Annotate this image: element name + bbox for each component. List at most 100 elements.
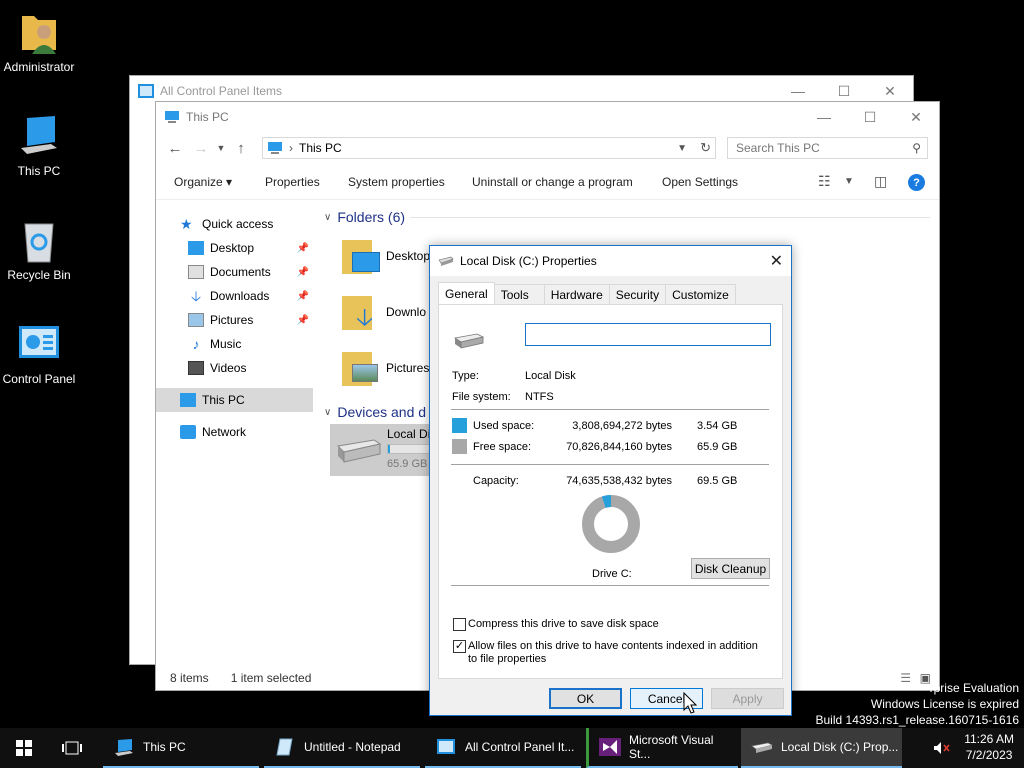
forward-arrow-icon[interactable]: → [188,140,214,157]
help-icon[interactable]: ? [908,174,925,191]
address-bar: ← → ▼ ↑ › This PC ▼ ↻ Search This PC ⚲ [156,132,939,164]
pictures-folder-icon [340,348,380,388]
mouse-cursor-icon [683,692,697,714]
nav-network[interactable]: Network [156,420,313,444]
taskbar-item-control-panel[interactable]: All Control Panel It... [425,728,581,768]
nav-desktop[interactable]: Desktop 📌 [156,236,313,260]
index-checkbox[interactable]: ✓ [453,640,466,653]
desktop-icon-administrator[interactable]: Administrator [0,10,78,74]
drive-name-input[interactable] [525,323,771,346]
nav-music[interactable]: ♪ Music [156,332,313,356]
address-dropdown-icon[interactable]: ▼ [677,143,687,154]
taskbar-item-notepad[interactable]: Untitled - Notepad [264,728,420,768]
folder-desktop[interactable]: Desktop [340,236,430,276]
divider [451,409,769,410]
navigation-pane: ★ Quick access Desktop 📌 Documents 📌 🡣 D… [156,212,313,444]
search-input[interactable]: Search This PC ⚲ [727,137,928,159]
computer-icon [115,739,133,756]
volume-tray-icon[interactable] [930,728,954,768]
free-space-swatch [452,439,467,454]
recent-locations-chevron-icon[interactable]: ▼ [214,143,228,153]
nav-this-pc[interactable]: This PC [156,388,313,412]
tab-general[interactable]: General [438,282,495,304]
properties-titlebar[interactable]: Local Disk (C:) Properties ✕ [430,246,791,276]
video-icon [188,361,204,375]
taskbar-item-disk-properties[interactable]: Local Disk (C:) Prop... [741,728,902,768]
notepad-icon [276,738,293,756]
refresh-icon[interactable]: ↻ [700,140,711,156]
close-button[interactable]: ✕ [770,251,783,271]
properties-command[interactable]: Properties [265,175,320,189]
properties-dialog[interactable]: Local Disk (C:) Properties ✕ General Too… [429,245,792,716]
folder-downloads[interactable]: 🡣 Downlo [340,292,426,332]
change-view-icon[interactable]: ☷ [818,173,831,190]
ok-button[interactable]: OK [549,688,622,709]
tab-strip: General Tools Hardware Security Customiz… [438,282,736,304]
compress-label[interactable]: Compress this drive to save disk space [468,618,659,631]
folders-group-header[interactable]: ∨ Folders (6) [324,209,405,225]
pin-icon: 📌 [296,290,309,302]
pictures-folder-icon [188,313,204,327]
organize-menu[interactable]: Organize ▾ [174,175,232,189]
this-pc-small-icon [268,142,282,154]
folder-pictures[interactable]: Pictures [340,348,429,388]
free-space-ring [582,495,640,553]
desktop-icon-this-pc[interactable]: This PC [0,114,78,178]
index-label[interactable]: Allow files on this drive to have conten… [468,640,768,666]
nav-pictures[interactable]: Pictures 📌 [156,308,313,332]
maximize-button[interactable]: ☐ [847,102,893,132]
selection-count: 1 item selected [230,671,312,685]
hard-drive-icon [336,439,382,463]
tab-customize[interactable]: Customize [665,284,736,304]
apply-button[interactable]: Apply [711,688,784,709]
system-properties-command[interactable]: System properties [348,175,445,189]
minimize-button[interactable]: — [801,102,847,132]
taskbar-item-this-pc[interactable]: This PC [103,728,259,768]
hard-drive-icon [438,256,454,266]
back-arrow-icon[interactable]: ← [162,140,188,157]
preview-pane-icon[interactable]: ◫ [874,173,887,190]
breadcrumb-separator-icon: › [289,141,293,155]
this-pc-small-icon [165,111,179,123]
capacity-bytes: 74,635,538,432 bytes [566,475,672,487]
address-field[interactable]: › This PC ▼ ↻ [262,137,716,159]
divider [451,464,769,465]
tab-security[interactable]: Security [608,284,667,304]
free-space-bytes: 70,826,844,160 bytes [566,441,672,453]
desktop-folder-icon [340,236,380,276]
tab-hardware[interactable]: Hardware [543,284,610,304]
local-disk-tile[interactable]: Local Di 65.9 GB [330,424,440,476]
start-button[interactable] [0,728,48,768]
evaluation-watermark: rprise Evaluation Windows License is exp… [815,681,1020,727]
disk-cleanup-button[interactable]: Disk Cleanup [691,558,770,579]
command-bar: Organize ▾ Properties System properties … [156,164,939,200]
task-view-icon [62,741,82,755]
taskbar-item-visual-studio[interactable]: Microsoft Visual St... [586,728,738,768]
up-arrow-icon[interactable]: ↑ [228,140,254,157]
close-button[interactable]: ✕ [893,102,939,132]
clock-time: 11:26 AM [964,732,1014,746]
user-folder-icon [22,16,56,54]
capacity-gb: 69.5 GB [697,475,738,487]
explorer-titlebar[interactable]: This PC — ☐ ✕ [156,102,939,132]
used-space-gb: 3.54 GB [697,420,738,432]
task-view-button[interactable] [48,728,96,768]
open-settings-command[interactable]: Open Settings [662,175,738,189]
used-space-label: Used space: [473,420,535,432]
devices-group-header[interactable]: ∨ Devices and d [324,404,426,420]
desktop-icon-recycle-bin[interactable]: Recycle Bin [0,218,78,282]
desktop-icon-control-panel[interactable]: Control Panel [0,322,78,386]
windows-logo-icon [16,740,32,756]
nav-videos[interactable]: Videos [156,356,313,380]
view-options-chevron-icon[interactable]: ▼ [844,176,854,187]
breadcrumb-this-pc[interactable]: This PC [299,141,342,155]
compress-checkbox[interactable] [453,618,466,631]
group-divider [410,217,930,218]
local-disk-name: Local Di [387,427,431,441]
nav-quick-access[interactable]: ★ Quick access [156,212,313,236]
taskbar-clock[interactable]: 11:26 AM 7/2/2023 [964,731,1014,763]
tab-tools[interactable]: Tools [493,284,545,304]
nav-downloads[interactable]: 🡣 Downloads 📌 [156,284,313,308]
uninstall-program-command[interactable]: Uninstall or change a program [472,175,633,189]
nav-documents[interactable]: Documents 📌 [156,260,313,284]
